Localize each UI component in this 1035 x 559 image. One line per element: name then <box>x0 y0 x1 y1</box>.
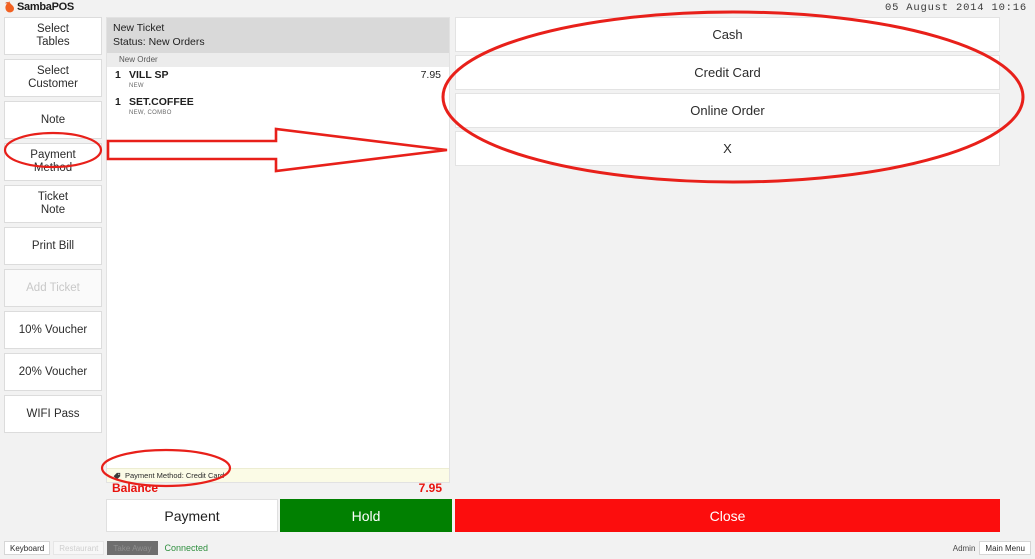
sidebar-item-note[interactable]: Note <box>4 101 102 139</box>
payment-button-credit-card[interactable]: Credit Card <box>455 55 1000 90</box>
main-menu-button[interactable]: Main Menu <box>979 541 1031 555</box>
order-name: VILL SP <box>129 69 169 81</box>
status-bar: Keyboard Restaurant Take Away Connected … <box>0 538 1035 559</box>
balance-row: Balance 7.95 <box>106 479 450 496</box>
ticket-pane: New Ticket Status: New Orders New Order … <box>106 17 450 483</box>
take-away-button[interactable]: Take Away <box>107 541 158 555</box>
pos-application-window: SambaPOS 05 August 2014 10:16 Select Tab… <box>0 0 1035 559</box>
order-quantity: 1 <box>115 69 121 81</box>
order-group-label: New Order <box>107 53 449 67</box>
order-row[interactable]: 1 SET.COFFEE NEW, COMBO <box>107 94 449 121</box>
current-user-label: Admin <box>952 543 976 553</box>
sidebar-item-select-customer[interactable]: Select Customer <box>4 59 102 97</box>
close-button[interactable]: Close <box>455 499 1000 532</box>
order-row[interactable]: 1 VILL SP NEW 7.95 <box>107 67 449 94</box>
order-tags: NEW <box>129 83 144 89</box>
datetime-label: 05 August 2014 10:16 <box>884 2 1027 14</box>
status-bar-left: Keyboard Restaurant Take Away Connected <box>4 541 208 555</box>
order-tags: NEW, COMBO <box>129 110 172 116</box>
ticket-title: New Ticket <box>113 22 165 34</box>
app-name-label: SambaPOS <box>17 1 74 13</box>
sidebar-item-add-ticket: Add Ticket <box>4 269 102 307</box>
connection-status-label: Connected <box>164 543 209 553</box>
restaurant-button: Restaurant <box>53 541 105 555</box>
sidebar-item-wifi-pass[interactable]: WIFI Pass <box>4 395 102 433</box>
status-bar-right: Admin Main Menu <box>953 541 1031 555</box>
order-name: SET.COFFEE <box>129 96 194 108</box>
keyboard-button[interactable]: Keyboard <box>4 541 51 555</box>
sambapos-flame-icon <box>4 1 15 13</box>
order-details: VILL SP NEW <box>129 69 421 91</box>
sidebar-item-20-percent-voucher[interactable]: 20% Voucher <box>4 353 102 391</box>
command-sidebar: Select Tables Select Customer Note Payme… <box>4 17 102 433</box>
sidebar-item-ticket-note[interactable]: Ticket Note <box>4 185 102 223</box>
sidebar-item-10-percent-voucher[interactable]: 10% Voucher <box>4 311 102 349</box>
order-quantity: 1 <box>115 96 121 108</box>
payment-button-cancel[interactable]: X <box>455 131 1000 166</box>
payment-button-online-order[interactable]: Online Order <box>455 93 1000 128</box>
balance-label: Balance <box>112 480 159 495</box>
hold-button[interactable]: Hold <box>280 499 452 532</box>
sidebar-item-print-bill[interactable]: Print Bill <box>4 227 102 265</box>
payment-button-cash[interactable]: Cash <box>455 17 1000 52</box>
order-list: 1 VILL SP NEW 7.95 1 SET.COFFEE NEW, COM… <box>107 67 449 468</box>
sidebar-item-payment-method[interactable]: Payment Method <box>4 143 102 181</box>
ticket-header: New Ticket Status: New Orders <box>107 18 449 53</box>
app-logo: SambaPOS <box>4 1 74 13</box>
ticket-status: Status: New Orders <box>113 36 205 48</box>
sidebar-item-select-tables[interactable]: Select Tables <box>4 17 102 55</box>
title-bar: SambaPOS 05 August 2014 10:16 <box>0 0 1035 16</box>
payment-method-panel: Cash Credit Card Online Order X <box>455 17 1000 166</box>
payment-button[interactable]: Payment <box>106 499 278 532</box>
order-details: SET.COFFEE NEW, COMBO <box>129 96 441 118</box>
balance-value: 7.95 <box>418 480 442 495</box>
order-price: 7.95 <box>420 69 441 81</box>
